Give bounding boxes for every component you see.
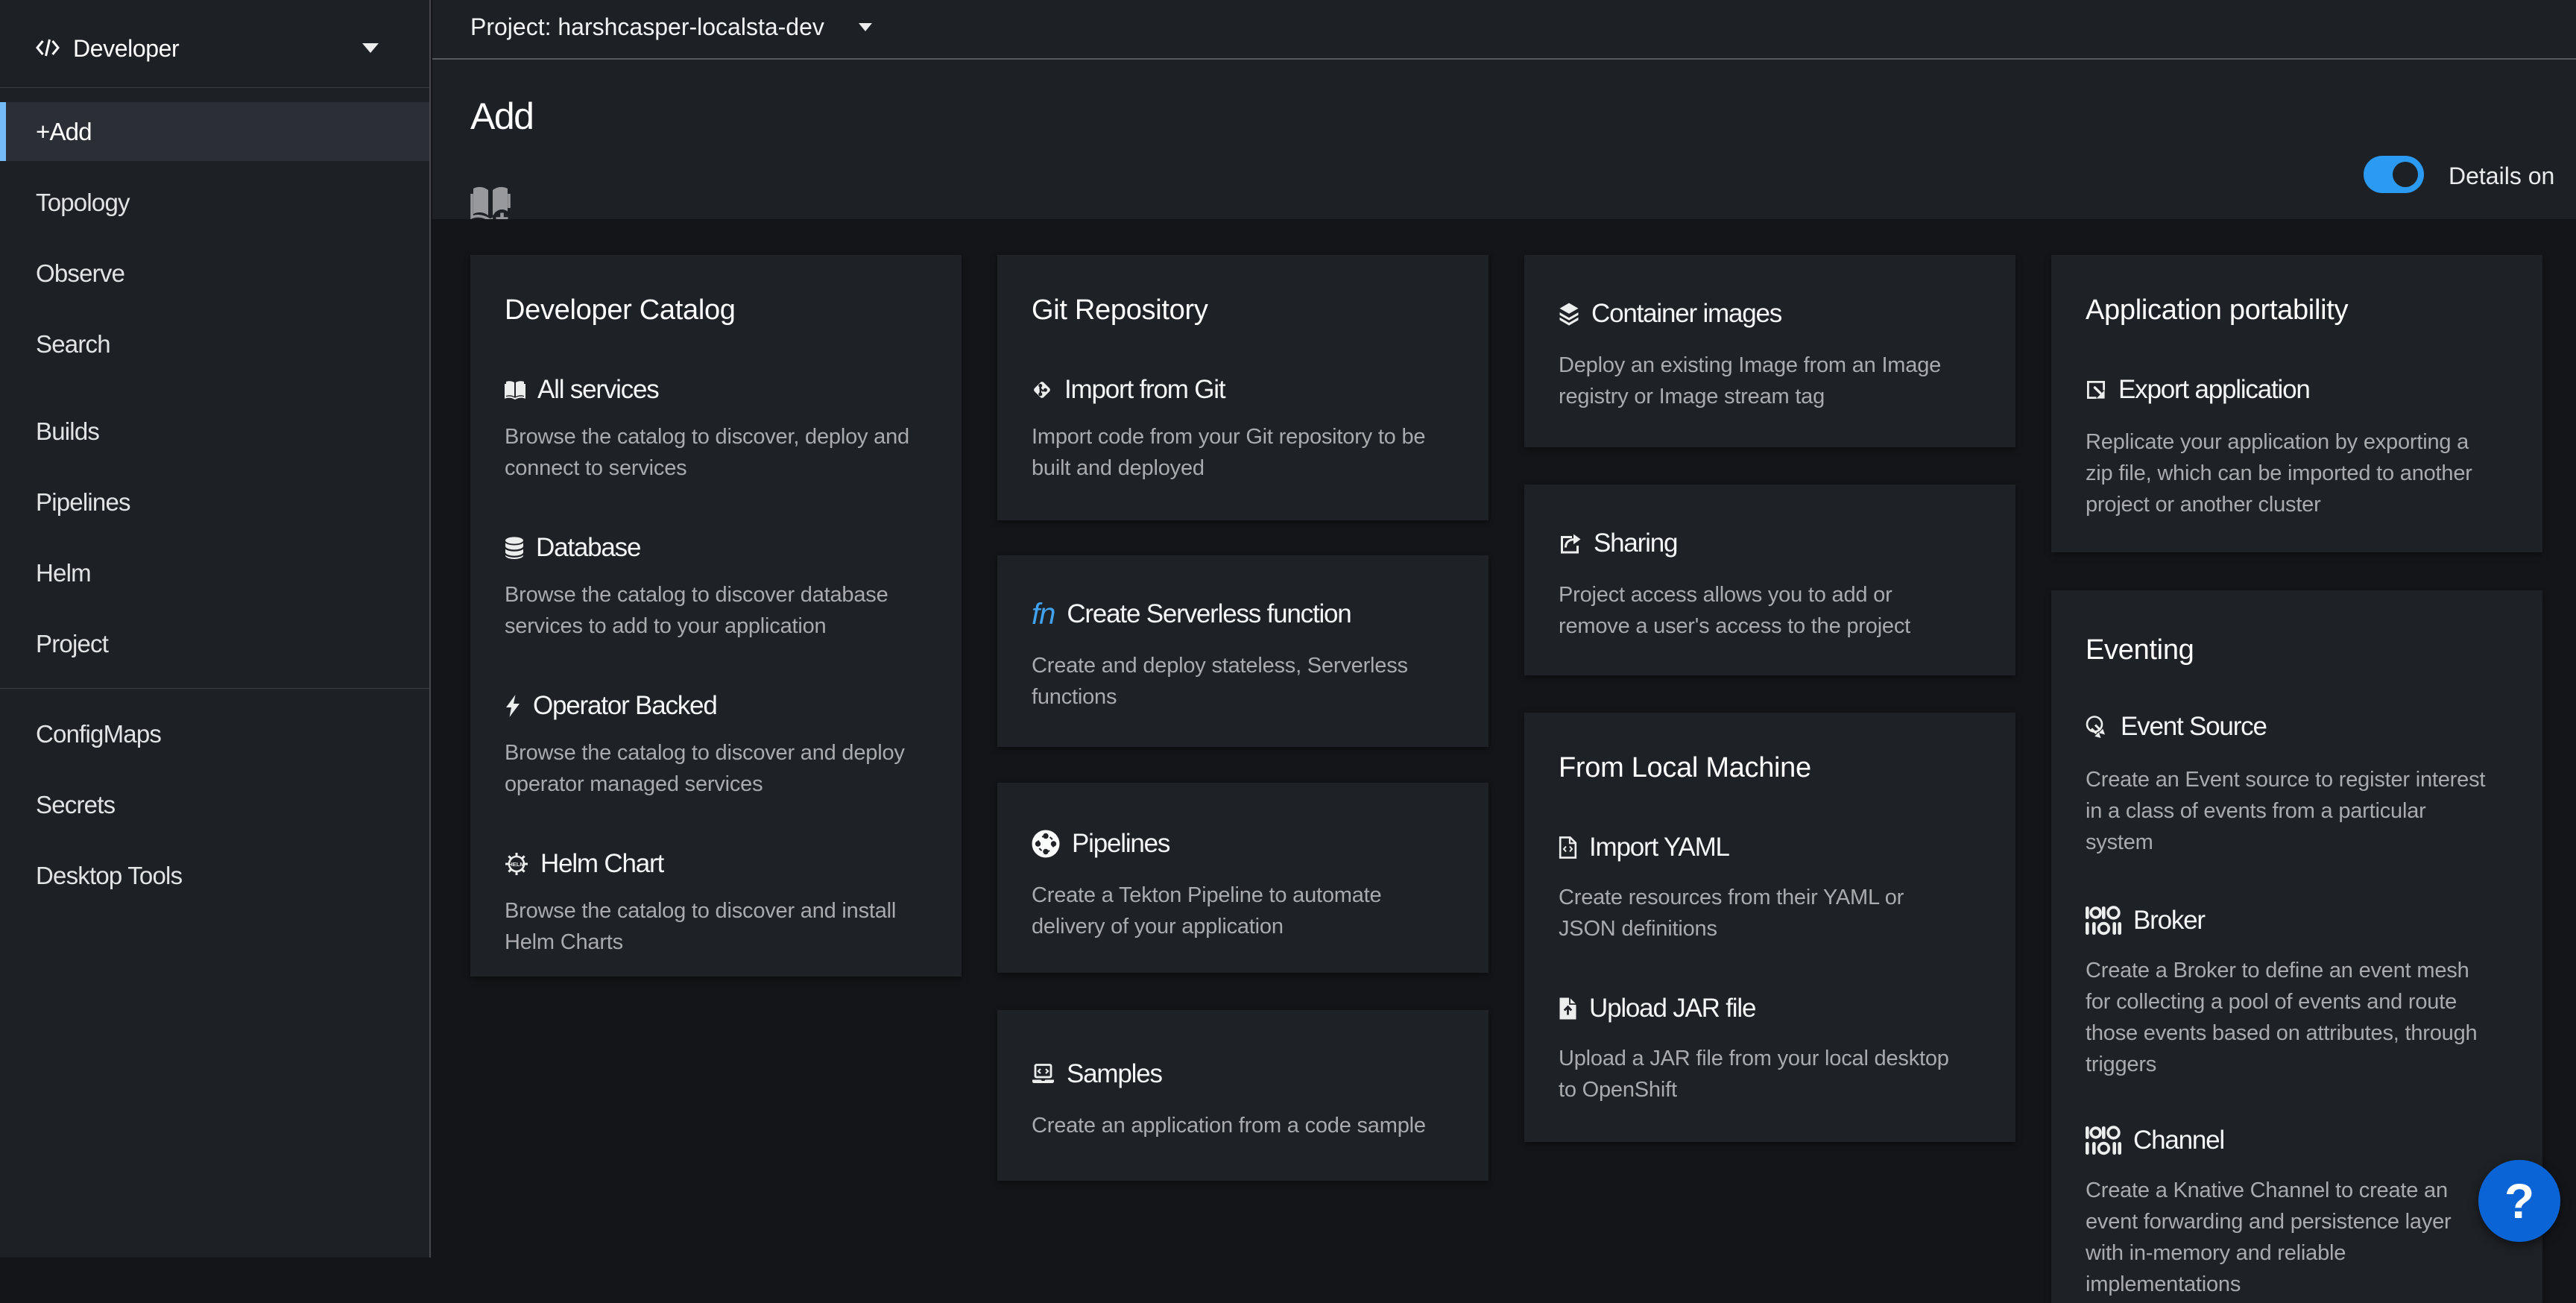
svg-text:HELM: HELM bbox=[508, 861, 524, 868]
